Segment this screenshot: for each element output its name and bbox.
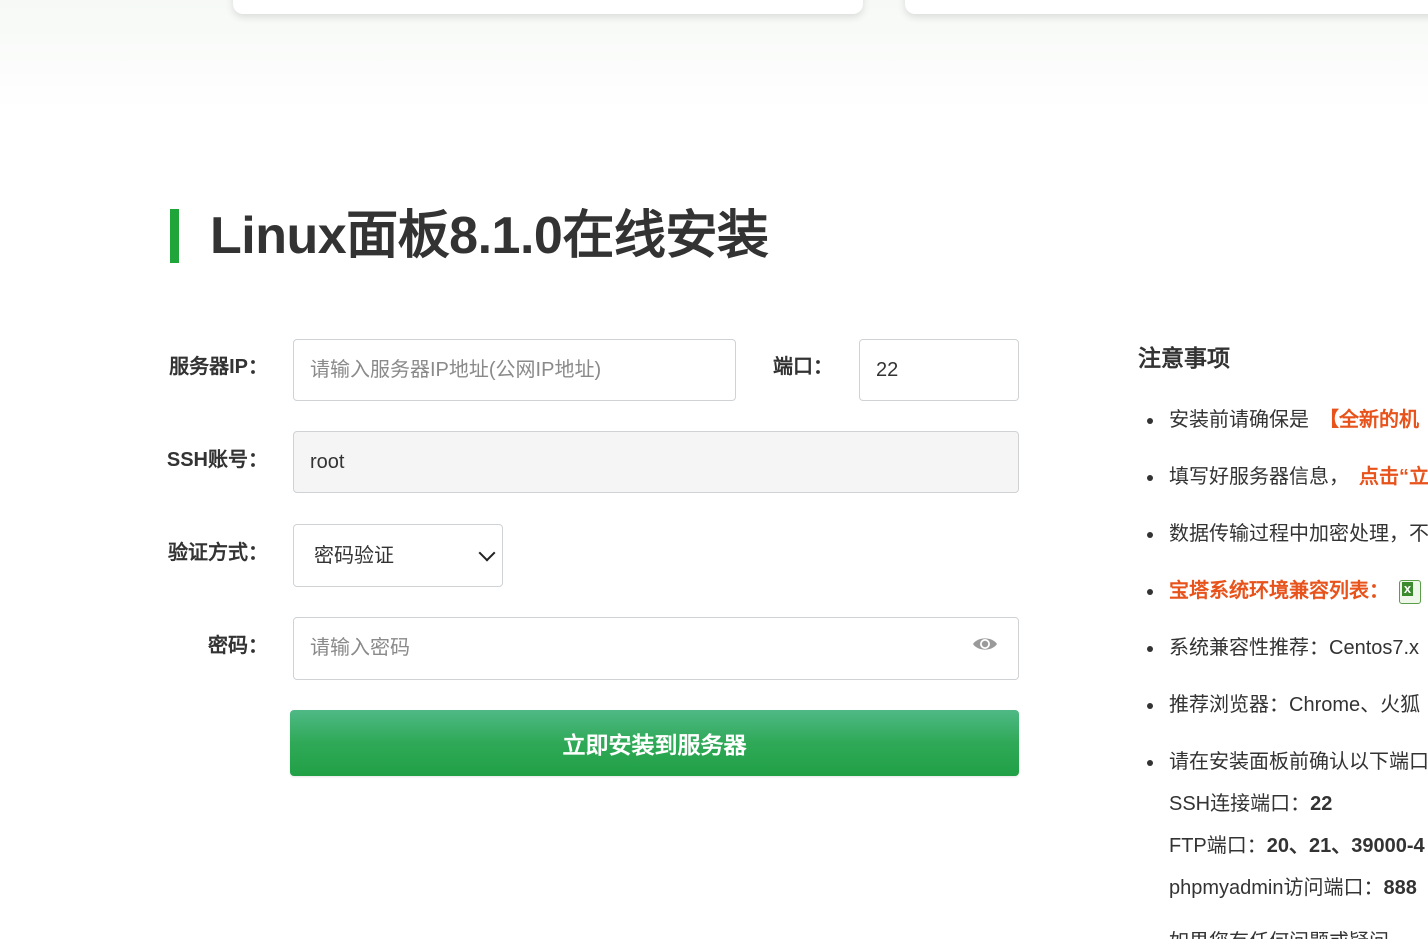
port-line-ftp: FTP端口：20、21、39000-4 — [1140, 827, 1425, 865]
password-input[interactable] — [293, 617, 1019, 680]
note-item: 填写好服务器信息， 点击“立 — [1140, 458, 1428, 496]
compat-list-link[interactable]: 宝塔系统环境兼容列表： — [1169, 580, 1389, 602]
excel-icon[interactable] — [1399, 579, 1421, 604]
port-line-ssh: SSH连接端口：22 — [1140, 785, 1332, 823]
page-title: Linux面板8.1.0在线安装 — [210, 207, 769, 265]
title-accent-bar — [170, 209, 179, 263]
note-item: 数据传输过程中加密处理，不 — [1140, 515, 1428, 553]
notes-list: 安装前请确保是 【全新的机 填写好服务器信息， 点击“立 数据传输过程中加密处理，不… — [1140, 400, 1428, 939]
notes-title: 注意事项 — [1138, 345, 1230, 371]
note-item: 推荐浏览器：Chrome、火狐 — [1140, 686, 1420, 724]
install-button[interactable]: 立即安装到服务器 — [290, 710, 1019, 776]
password-label: 密码： — [208, 635, 268, 657]
note-highlight: 点击“立 — [1359, 466, 1428, 488]
port-label: SSH连接端口： — [1169, 793, 1311, 815]
eye-icon[interactable] — [971, 634, 999, 654]
auth-method-select[interactable]: 密码验证 — [293, 524, 503, 587]
port-label: phpmyadmin访问端口： — [1169, 877, 1384, 899]
port-input[interactable] — [859, 339, 1019, 401]
note-text: 数据传输过程中加密处理，不 — [1169, 523, 1428, 545]
note-item: 如果您有任何问题或疑问， — [1140, 923, 1409, 939]
note-item: 安装前请确保是 【全新的机 — [1140, 401, 1419, 439]
auth-method-label: 验证方式： — [168, 542, 268, 564]
server-ip-label: 服务器IP： — [169, 356, 268, 378]
port-value: 888 — [1383, 877, 1417, 899]
ssh-account-label: SSH账号： — [166, 449, 268, 471]
note-highlight: 【全新的机 — [1319, 409, 1419, 431]
server-ip-input[interactable] — [293, 339, 736, 401]
top-card-left — [233, 0, 863, 14]
port-value: 22 — [1310, 793, 1333, 815]
note-item: 宝塔系统环境兼容列表： — [1140, 572, 1421, 610]
port-label: FTP端口： — [1169, 835, 1267, 857]
port-line-phpmyadmin: phpmyadmin访问端口：888 — [1140, 869, 1417, 907]
note-item: 系统兼容性推荐：Centos7.x — [1140, 629, 1419, 667]
port-value: 20、21、39000-4 — [1266, 835, 1425, 857]
top-card-right — [905, 0, 1428, 14]
ssh-account-input[interactable] — [293, 431, 1019, 493]
note-item: 请在安装面板前确认以下端口 — [1140, 743, 1428, 781]
note-text: 推荐浏览器：Chrome、火狐 — [1169, 694, 1421, 716]
note-text: 请在安装面板前确认以下端口 — [1169, 751, 1428, 773]
note-text: 填写好服务器信息， — [1169, 466, 1349, 488]
note-text: 系统兼容性推荐：Centos7.x — [1169, 637, 1420, 659]
note-text: 如果您有任何问题或疑问， — [1169, 931, 1409, 939]
port-label: 端口： — [773, 356, 833, 378]
top-band — [0, 0, 1428, 110]
note-text: 安装前请确保是 — [1169, 409, 1309, 431]
